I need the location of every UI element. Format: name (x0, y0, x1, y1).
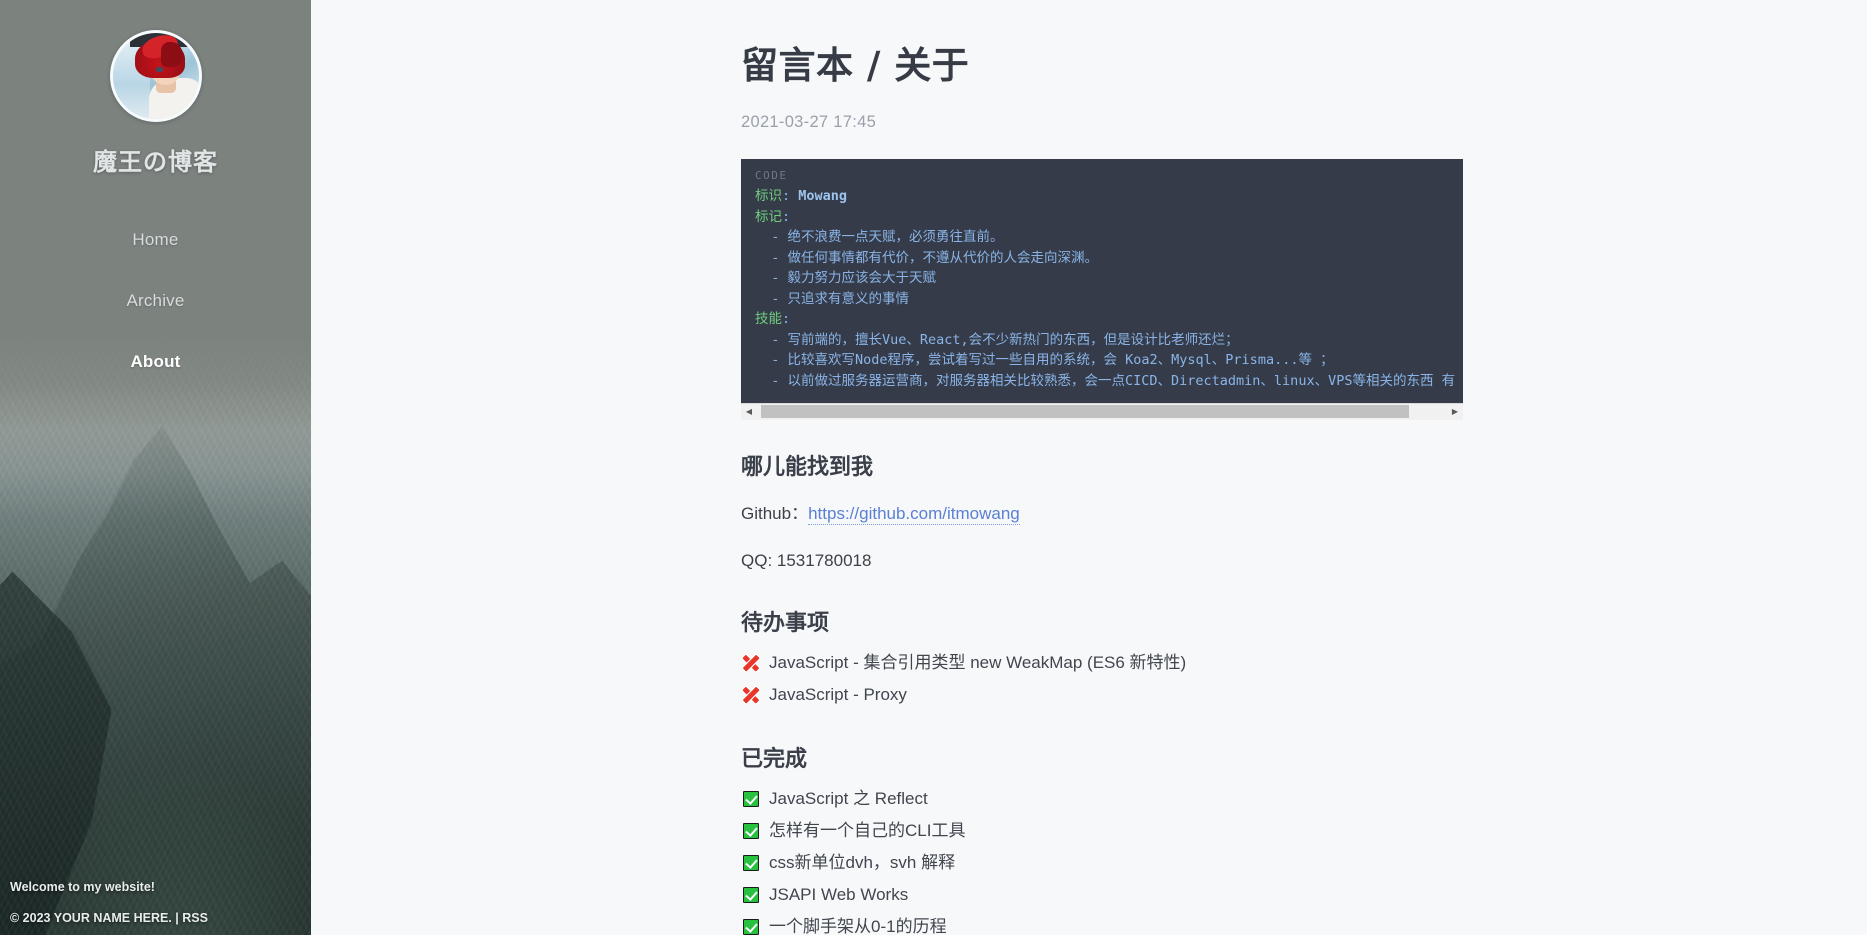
code-colon-2: : (782, 208, 791, 225)
code-mark-0: 绝不浪费一点天赋，必须勇往直前。 (787, 229, 1004, 245)
page-title: 留言本 / 关于 (741, 44, 970, 87)
todo-item-label: JavaScript - 集合引用类型 new WeakMap (ES6 新特性… (769, 653, 1187, 672)
code-block: CODE 标识: Mowang 标记: - 绝不浪费一点天赋，必须勇往直前。 -… (741, 159, 1463, 403)
done-item-label: JSAPI Web Works (769, 885, 909, 904)
list-item[interactable]: JavaScript - 集合引用类型 new WeakMap (ES6 新特性… (741, 647, 1501, 679)
scroll-right-arrow-icon[interactable]: ▶ (1447, 403, 1463, 420)
github-line: Github：https://github.com/itmowang (741, 500, 1501, 528)
todo-list: JavaScript - 集合引用类型 new WeakMap (ES6 新特性… (741, 647, 1501, 711)
qq-line: QQ: 1531780018 (741, 551, 872, 570)
code-colon-1: : (782, 188, 799, 204)
sidebar-item-archive[interactable]: Archive (0, 280, 311, 322)
avatar-hair-back (160, 41, 184, 68)
code-block-label: CODE (755, 169, 788, 182)
check-box-icon (741, 887, 761, 903)
scrollbar-thumb[interactable] (761, 404, 1409, 418)
code-block-body: 标识: Mowang 标记: - 绝不浪费一点天赋，必须勇往直前。 - 做任何事… (741, 186, 1463, 403)
code-ident-value: Mowang (798, 188, 848, 204)
code-marks-key: 标记 (755, 208, 782, 225)
code-dash: - (755, 229, 788, 245)
copyright-line: © 2023 YOUR NAME HERE. | RSS (10, 911, 301, 925)
section-heading-todo: 待办事项 (741, 611, 830, 636)
site-title: 魔王の博客 (93, 148, 218, 176)
sidebar-nav: Home Archive About (0, 219, 311, 383)
github-link[interactable]: https://github.com/itmowang (808, 504, 1020, 525)
section-heading-done: 已完成 (741, 747, 808, 772)
list-item[interactable]: JavaScript 之 Reflect (741, 783, 1501, 815)
list-item[interactable]: css新单位dvh，svh 解释 (741, 847, 1501, 879)
sidebar: 魔王の博客 Home Archive About Welcome to my w… (0, 0, 311, 935)
main-content: 留言本 / 关于 2021-03-27 17:45 CODE 标识: Mowan… (311, 0, 1867, 935)
scrollbar-track[interactable] (757, 403, 1447, 420)
todo-item-label: JavaScript - Proxy (769, 685, 907, 704)
list-item[interactable]: JavaScript - Proxy (741, 679, 1501, 711)
sidebar-item-home[interactable]: Home (0, 219, 311, 261)
code-dash: - (755, 270, 788, 286)
done-item-label: css新单位dvh，svh 解释 (769, 853, 956, 872)
done-item-label: 怎样有一个自己的CLI工具 (769, 821, 966, 840)
copyright-text: © 2023 YOUR NAME HERE. | (10, 911, 183, 925)
check-box-icon (741, 823, 761, 839)
code-ident-key: 标识 (755, 188, 782, 204)
list-item[interactable]: 怎样有一个自己的CLI工具 (741, 815, 1501, 847)
sidebar-item-about[interactable]: About (0, 341, 311, 383)
code-mark-3: 只追求有意义的事情 (787, 290, 910, 307)
code-mark-2: 毅力努力应该会大于天赋 (787, 270, 937, 286)
code-dash: - (755, 249, 788, 266)
check-box-icon (741, 919, 761, 935)
done-list: JavaScript 之 Reflect 怎样有一个自己的CLI工具 css新单… (741, 783, 1501, 935)
code-dash: - (755, 290, 788, 307)
post-date: 2021-03-27 17:45 (741, 113, 877, 131)
code-skill-0: 写前端的，擅长Vue、React,会不少新热门的东西，但是设计比老师还烂； (787, 331, 1239, 348)
cross-mark-icon (741, 687, 761, 704)
list-item[interactable]: 一个脚手架从0-1的历程 (741, 911, 1501, 935)
check-box-icon (741, 791, 761, 807)
code-mark-1: 做任何事情都有代价，不遵从代价的人会走向深渊。 (787, 249, 1099, 266)
list-item[interactable]: JSAPI Web Works (741, 879, 1501, 911)
code-skill-1: 比较喜欢写Node程序，尝试着写过一些自用的系统，会 Koa2、Mysql、Pr… (787, 352, 1334, 368)
code-dash: - (755, 372, 788, 389)
sidebar-footer: Welcome to my website! © 2023 YOUR NAME … (0, 880, 311, 925)
code-block-hscrollbar[interactable]: ◀ ▶ (741, 403, 1463, 420)
done-item-label: 一个脚手架从0-1的历程 (769, 917, 947, 935)
page-root: 魔王の博客 Home Archive About Welcome to my w… (0, 0, 1867, 935)
done-item-label: JavaScript 之 Reflect (769, 789, 928, 808)
github-label: Github： (741, 504, 809, 523)
code-skill-2: 以前做过服务器运营商，对服务器相关比较熟悉，会一点CICD、Directadmi… (787, 372, 1456, 389)
avatar[interactable] (109, 30, 202, 122)
rss-link[interactable]: RSS (182, 911, 208, 925)
avatar-eye (155, 67, 164, 72)
code-colon-3: : (782, 311, 791, 327)
cross-mark-icon (741, 655, 761, 672)
code-dash: - (755, 352, 788, 368)
check-box-icon (741, 855, 761, 871)
code-dash: - (755, 331, 788, 348)
code-skills-key: 技能 (755, 311, 782, 327)
welcome-text: Welcome to my website! (10, 880, 155, 894)
section-heading-find-me: 哪儿能找到我 (741, 455, 874, 480)
scroll-left-arrow-icon[interactable]: ◀ (741, 403, 757, 420)
